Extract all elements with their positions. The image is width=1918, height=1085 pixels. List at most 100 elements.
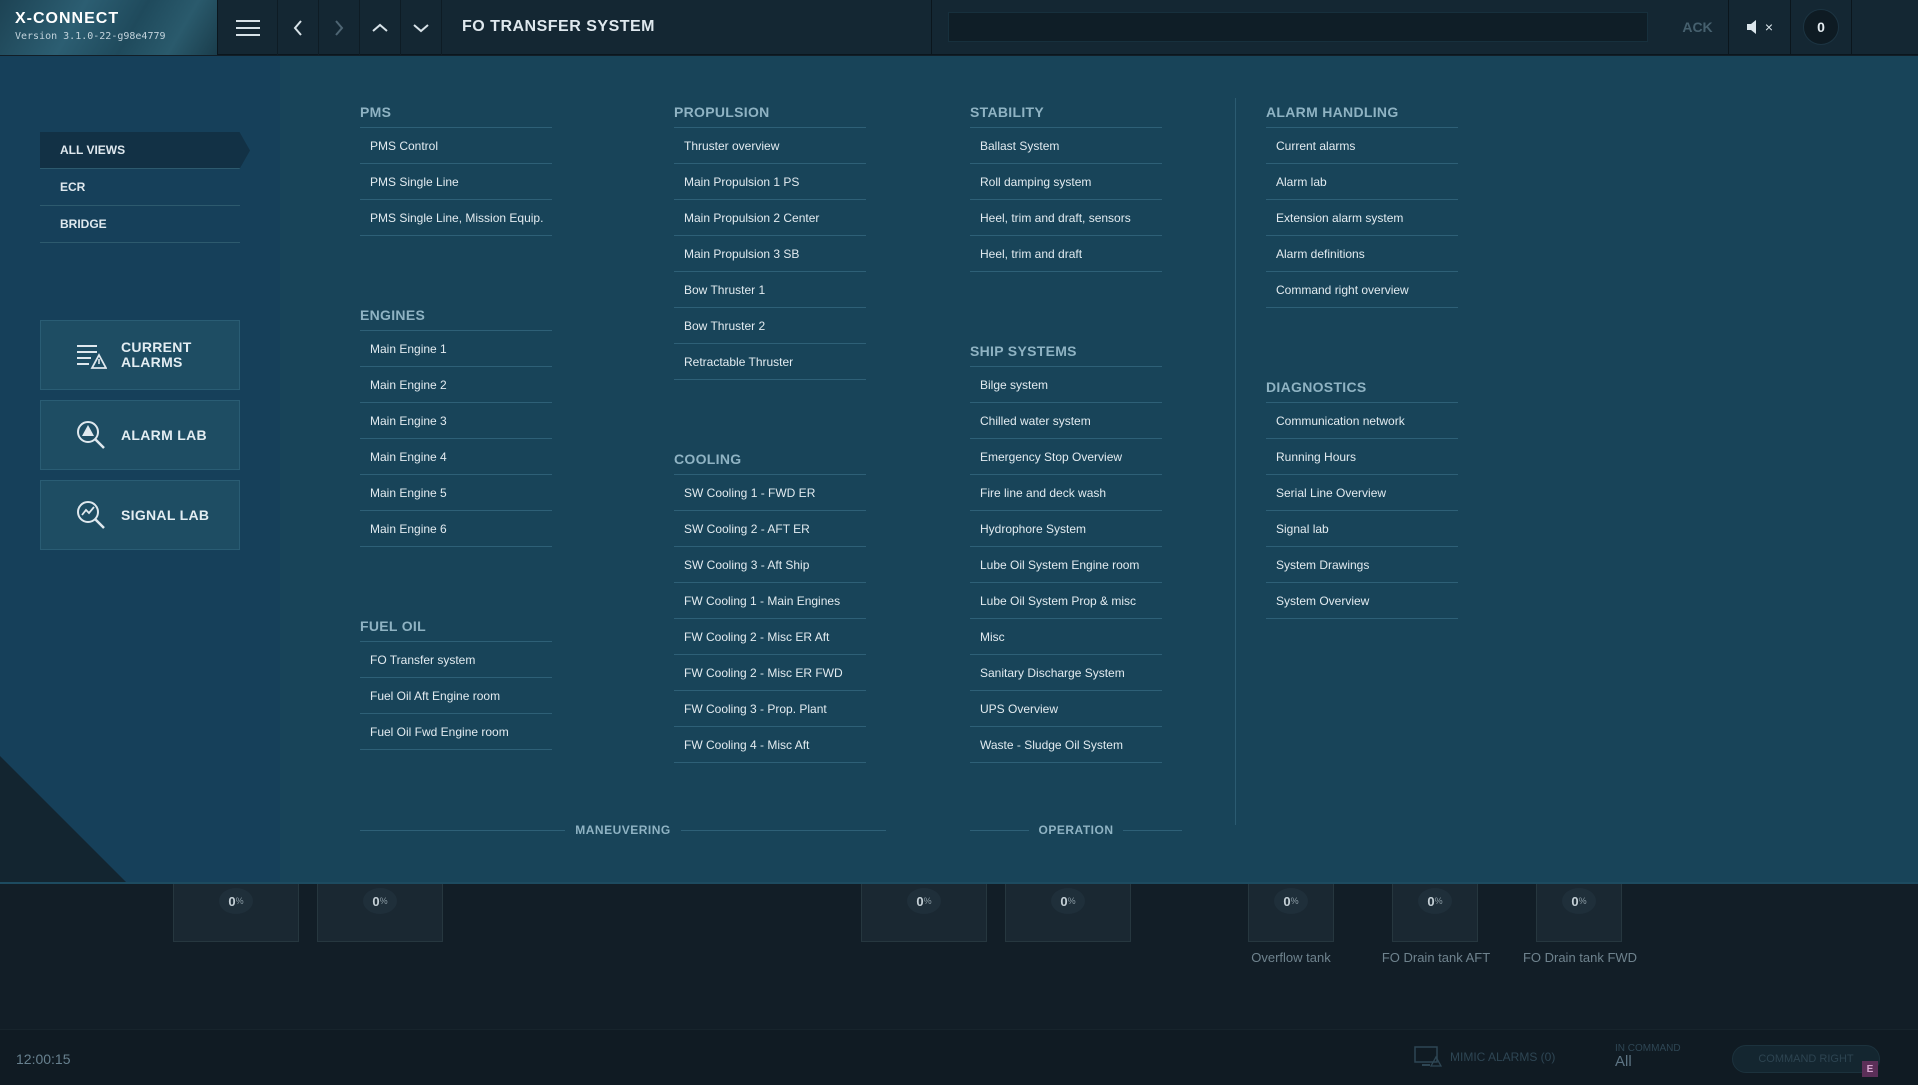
nav-link[interactable]: Sanitary Discharge System	[970, 655, 1162, 691]
brand-logo[interactable]: X-CONNECT Version 3.1.0-22-g98e4779	[0, 0, 218, 55]
nav-link[interactable]: Command right overview	[1266, 272, 1458, 308]
nav-link[interactable]: Main Propulsion 1 PS	[674, 164, 866, 200]
command-right-button[interactable]: COMMAND RIGHT	[1732, 1045, 1880, 1073]
mimic-alarms-button[interactable]: MIMIC ALARMS (0)	[1414, 1046, 1555, 1068]
nav-link[interactable]: FW Cooling 2 - Misc ER FWD	[674, 655, 866, 691]
view-ecr[interactable]: ECR	[40, 169, 240, 206]
tank-gauge[interactable]: 0%	[317, 884, 443, 942]
top-bar: X-CONNECT Version 3.1.0-22-g98e4779 FO T…	[0, 0, 1918, 55]
section-title: FUEL OIL	[360, 618, 552, 642]
nav-link[interactable]: FW Cooling 2 - Misc ER Aft	[674, 619, 866, 655]
nav-link[interactable]: SW Cooling 3 - Aft Ship	[674, 547, 866, 583]
tank-gauge[interactable]: 0%	[1005, 884, 1131, 942]
group-maneuvering: MANEUVERING	[360, 820, 887, 840]
nav-link[interactable]: Main Engine 3	[360, 403, 552, 439]
view-all-views[interactable]: ALL VIEWS	[40, 132, 250, 169]
nav-link[interactable]: Heel, trim and draft	[970, 236, 1162, 272]
nav-link[interactable]: Misc	[970, 619, 1162, 655]
nav-link[interactable]: Main Engine 4	[360, 439, 552, 475]
nav-link[interactable]: FO Transfer system	[360, 642, 552, 678]
alarm-banner-field[interactable]	[948, 12, 1648, 42]
nav-link[interactable]: Main Engine 1	[360, 331, 552, 367]
nav-link[interactable]: Extension alarm system	[1266, 200, 1458, 236]
decorative-corner	[0, 756, 128, 884]
tank-gauge[interactable]: 0%	[173, 884, 299, 942]
nav-link[interactable]: Chilled water system	[970, 403, 1162, 439]
forward-button[interactable]	[319, 0, 360, 55]
in-command-value: All	[1615, 1053, 1632, 1070]
previous-view-button[interactable]	[360, 0, 401, 55]
nav-link[interactable]: Fuel Oil Aft Engine room	[360, 678, 552, 714]
nav-link[interactable]: System Drawings	[1266, 547, 1458, 583]
nav-link[interactable]: Lube Oil System Engine room	[970, 547, 1162, 583]
nav-link[interactable]: Current alarms	[1266, 128, 1458, 164]
nav-link[interactable]: Main Engine 5	[360, 475, 552, 511]
nav-link[interactable]: Lube Oil System Prop & misc	[970, 583, 1162, 619]
nav-link[interactable]: FW Cooling 3 - Prop. Plant	[674, 691, 866, 727]
alarm-lab-button[interactable]: ALARM LAB	[40, 400, 240, 470]
nav-link[interactable]: SW Cooling 1 - FWD ER	[674, 475, 866, 511]
next-view-button[interactable]	[401, 0, 442, 55]
alarm-count-badge[interactable]: 0	[1803, 9, 1839, 45]
section-title: COOLING	[674, 451, 866, 475]
back-button[interactable]	[278, 0, 319, 55]
section-title: ENGINES	[360, 307, 552, 331]
nav-link[interactable]: Signal lab	[1266, 511, 1458, 547]
nav-link[interactable]: Bow Thruster 1	[674, 272, 866, 308]
nav-link[interactable]: Main Propulsion 3 SB	[674, 236, 866, 272]
nav-link[interactable]: Heel, trim and draft, sensors	[970, 200, 1162, 236]
nav-link[interactable]: Roll damping system	[970, 164, 1162, 200]
nav-link[interactable]: SW Cooling 2 - AFT ER	[674, 511, 866, 547]
nav-link[interactable]: Thruster overview	[674, 128, 866, 164]
signal-lab-button[interactable]: SIGNAL LAB	[40, 480, 240, 550]
menu-button[interactable]	[218, 0, 278, 55]
tank-percent: 0%	[363, 888, 397, 914]
nav-link[interactable]: Bilge system	[970, 367, 1162, 403]
section-pms: PMS PMS Control PMS Single Line PMS Sing…	[360, 104, 552, 236]
nav-link[interactable]: FW Cooling 1 - Main Engines	[674, 583, 866, 619]
tank-gauge[interactable]: 0%	[1536, 884, 1622, 942]
nav-link[interactable]: Fire line and deck wash	[970, 475, 1162, 511]
nav-link[interactable]: Retractable Thruster	[674, 344, 866, 380]
nav-link[interactable]: Hydrophore System	[970, 511, 1162, 547]
nav-link[interactable]: PMS Control	[360, 128, 552, 164]
section-title: STABILITY	[970, 104, 1162, 128]
current-alarms-button[interactable]: CURRENT ALARMS	[40, 320, 240, 390]
nav-link[interactable]: Waste - Sludge Oil System	[970, 727, 1162, 763]
mute-button[interactable]: ×	[1729, 0, 1791, 54]
nav-link[interactable]: Fuel Oil Fwd Engine room	[360, 714, 552, 750]
nav-link[interactable]: Ballast System	[970, 128, 1162, 164]
chevron-left-icon	[293, 19, 302, 36]
nav-link[interactable]: System Overview	[1266, 583, 1458, 619]
nav-link[interactable]: FW Cooling 4 - Misc Aft	[674, 727, 866, 763]
alarm-search-icon	[77, 421, 105, 449]
nav-link[interactable]: Emergency Stop Overview	[970, 439, 1162, 475]
ack-button[interactable]: ACK	[1667, 0, 1729, 54]
nav-link[interactable]: Main Propulsion 2 Center	[674, 200, 866, 236]
nav-link[interactable]: Running Hours	[1266, 439, 1458, 475]
nav-link[interactable]: Alarm lab	[1266, 164, 1458, 200]
section-title: DIAGNOSTICS	[1266, 379, 1458, 403]
nav-link[interactable]: Main Engine 6	[360, 511, 552, 547]
tank-percent: 0%	[1274, 888, 1308, 914]
section-cooling: COOLING SW Cooling 1 - FWD ER SW Cooling…	[674, 451, 866, 763]
nav-link[interactable]: UPS Overview	[970, 691, 1162, 727]
view-bridge[interactable]: BRIDGE	[40, 206, 240, 243]
tank-percent: 0%	[1418, 888, 1452, 914]
nav-link[interactable]: PMS Single Line	[360, 164, 552, 200]
tank-label: Overflow tank	[1251, 950, 1331, 965]
section-engines: ENGINES Main Engine 1 Main Engine 2 Main…	[360, 307, 552, 547]
mute-x: ×	[1764, 19, 1774, 35]
nav-link[interactable]: Serial Line Overview	[1266, 475, 1458, 511]
nav-link[interactable]: Alarm definitions	[1266, 236, 1458, 272]
tank-label: FO Drain tank FWD	[1522, 950, 1638, 965]
nav-link[interactable]: Main Engine 2	[360, 367, 552, 403]
nav-link[interactable]: Communication network	[1266, 403, 1458, 439]
tank-gauge[interactable]: 0%	[1248, 884, 1334, 942]
chevron-right-icon	[335, 19, 344, 36]
tank-gauge[interactable]: 0%	[861, 884, 987, 942]
tank-gauge[interactable]: 0%	[1392, 884, 1478, 942]
nav-link[interactable]: Bow Thruster 2	[674, 308, 866, 344]
nav-link[interactable]: PMS Single Line, Mission Equip.	[360, 200, 552, 236]
tank-percent: 0%	[907, 888, 941, 914]
